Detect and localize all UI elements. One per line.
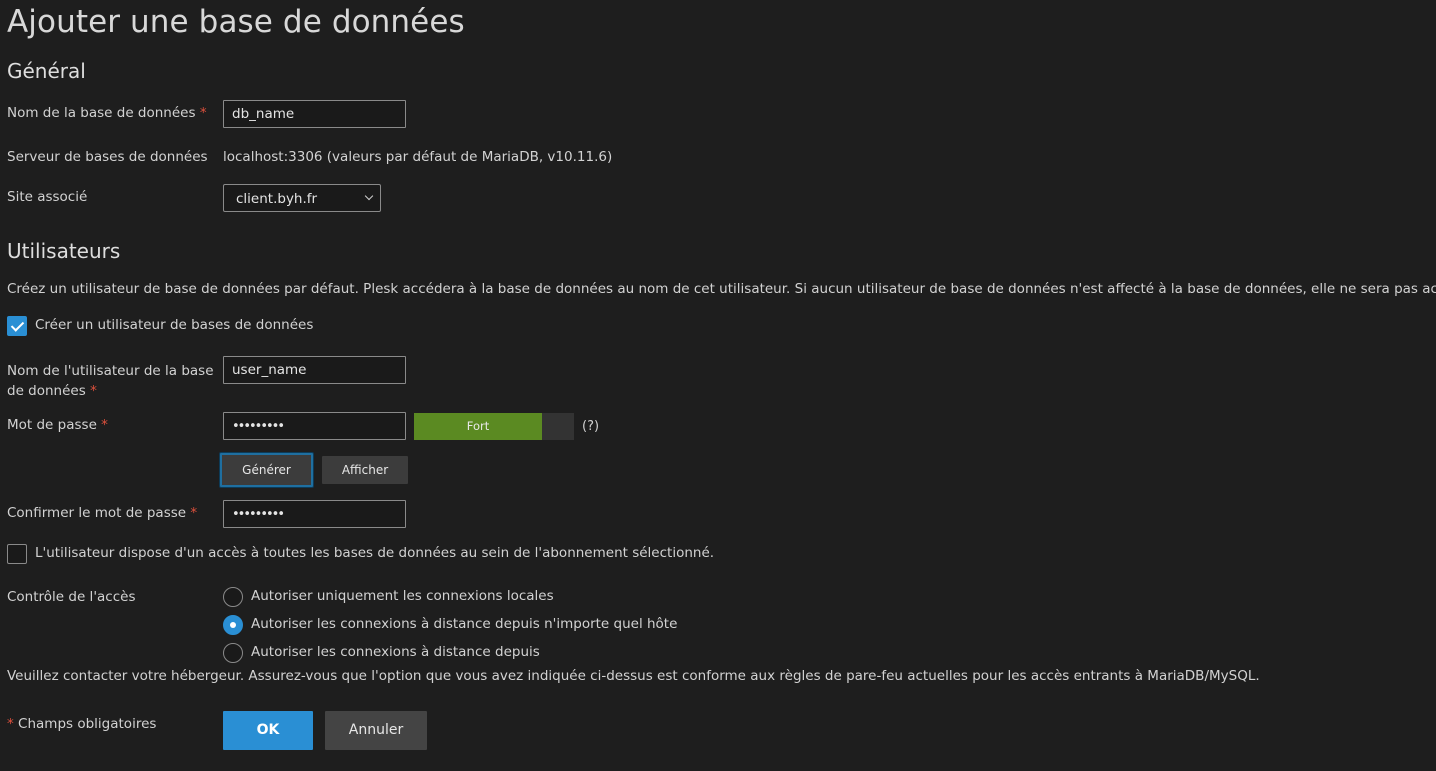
access-remote-any-host-radio[interactable] bbox=[223, 615, 243, 635]
required-asterisk: * bbox=[90, 383, 97, 399]
db-server-label: Serveur de bases de données bbox=[7, 149, 208, 165]
db-server-value: localhost:3306 (valeurs par défaut de Ma… bbox=[223, 149, 613, 165]
create-user-label: Créer un utilisateur de bases de données bbox=[35, 317, 314, 333]
create-user-checkbox[interactable] bbox=[7, 316, 27, 336]
password-strength-meter: Fort bbox=[414, 413, 574, 440]
show-password-button[interactable]: Afficher bbox=[322, 456, 408, 484]
generate-password-button[interactable]: Générer bbox=[220, 453, 313, 487]
access-control-label: Contrôle de l'accès bbox=[7, 589, 136, 605]
password-label-text: Mot de passe bbox=[7, 417, 97, 433]
username-label-line1: Nom de l'utilisateur de la base bbox=[7, 363, 214, 379]
username-input[interactable] bbox=[223, 356, 406, 384]
required-asterisk: * bbox=[101, 417, 108, 433]
password-strength-fill: Fort bbox=[414, 413, 542, 440]
required-fields-note-text: Champs obligatoires bbox=[18, 716, 157, 732]
db-name-input[interactable] bbox=[223, 100, 406, 128]
confirm-password-input[interactable] bbox=[223, 500, 406, 528]
confirm-password-label: Confirmer le mot de passe * bbox=[7, 505, 197, 521]
username-label: Nom de l'utilisateur de la base de donné… bbox=[7, 361, 214, 401]
required-asterisk: * bbox=[190, 505, 198, 521]
db-name-label: Nom de la base de données * bbox=[7, 105, 207, 121]
firewall-note: Veuillez contacter votre hébergeur. Assu… bbox=[7, 668, 1260, 684]
add-database-page: Ajouter une base de données Général Nom … bbox=[0, 0, 1436, 771]
all-databases-access-label: L'utilisateur dispose d'un accès à toute… bbox=[35, 545, 715, 561]
section-heading-general: Général bbox=[7, 59, 86, 83]
access-local-only-label: Autoriser uniquement les connexions loca… bbox=[251, 588, 554, 604]
access-local-only-radio[interactable] bbox=[223, 587, 243, 607]
site-select-value: client.byh.fr bbox=[236, 191, 318, 207]
required-fields-note: * Champs obligatoires bbox=[7, 716, 156, 732]
page-title: Ajouter une base de données bbox=[7, 4, 465, 40]
access-remote-from-radio[interactable] bbox=[223, 643, 243, 663]
db-name-label-text: Nom de la base de données bbox=[7, 105, 196, 121]
username-label-line2: de données bbox=[7, 383, 86, 399]
required-asterisk: * bbox=[7, 716, 14, 732]
password-label: Mot de passe * bbox=[7, 417, 108, 433]
cancel-button[interactable]: Annuler bbox=[325, 711, 427, 750]
section-heading-users: Utilisateurs bbox=[7, 239, 121, 263]
ok-button[interactable]: OK bbox=[223, 711, 313, 750]
site-label: Site associé bbox=[7, 189, 88, 205]
all-databases-access-checkbox[interactable] bbox=[7, 544, 27, 564]
confirm-password-label-text: Confirmer le mot de passe bbox=[7, 505, 187, 521]
site-select[interactable]: client.byh.fr bbox=[223, 184, 381, 212]
access-remote-any-host-label: Autoriser les connexions à distance depu… bbox=[251, 616, 678, 632]
required-asterisk: * bbox=[199, 105, 207, 121]
users-description: Créez un utilisateur de base de données … bbox=[7, 281, 1436, 297]
password-input[interactable] bbox=[223, 412, 406, 440]
chevron-down-icon bbox=[364, 191, 374, 201]
password-help-link[interactable]: (?) bbox=[582, 419, 599, 434]
access-remote-from-label: Autoriser les connexions à distance depu… bbox=[251, 644, 540, 660]
